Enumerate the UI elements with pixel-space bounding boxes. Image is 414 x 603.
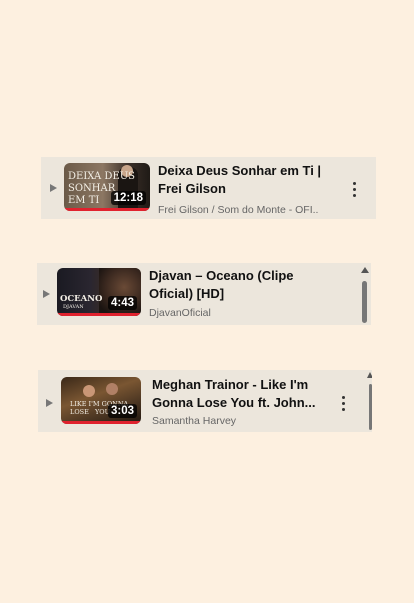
duration-badge: 3:03 — [107, 404, 137, 418]
scroll-up-arrow-icon[interactable] — [361, 267, 369, 273]
play-icon[interactable] — [46, 399, 53, 407]
video-title[interactable]: Meghan Trainor - Like I'm Gonna Lose You… — [152, 376, 318, 412]
thumbnail-text: em Ti — [68, 195, 100, 206]
scrollbar-thumb[interactable] — [362, 281, 367, 323]
video-card-1[interactable]: Deixa Deus Sonhar em Ti 12:18 Deixa Deus… — [41, 157, 376, 219]
video-thumbnail[interactable]: Oceano Djavan 4:43 — [57, 268, 141, 316]
scrollbar[interactable] — [367, 370, 372, 432]
video-title[interactable]: Deixa Deus Sonhar em Ti | Frei Gilson — [158, 162, 338, 198]
more-vertical-icon[interactable] — [353, 182, 357, 198]
watch-progress-bar — [64, 208, 150, 211]
play-icon[interactable] — [50, 184, 57, 192]
thumbnail-text: Sonhar — [68, 183, 116, 194]
scrollbar-thumb[interactable] — [369, 384, 372, 430]
duration-badge: 4:43 — [107, 296, 137, 310]
thumbnail-text: Oceano — [60, 294, 103, 304]
watch-progress-bar — [57, 313, 141, 316]
video-thumbnail[interactable]: Deixa Deus Sonhar em Ti 12:18 — [64, 163, 150, 211]
scrollbar[interactable] — [361, 263, 369, 325]
thumbnail-text: Deixa Deus — [68, 171, 136, 182]
video-card-2[interactable]: Oceano Djavan 4:43 Djavan – Oceano (Clip… — [37, 263, 371, 325]
scroll-up-arrow-icon[interactable] — [367, 372, 372, 378]
channel-name[interactable]: Samantha Harvey — [152, 415, 236, 427]
video-thumbnail[interactable]: Like I'm Gonna Lose You 3:03 — [61, 377, 141, 424]
thumbnail-text: Djavan — [63, 304, 84, 310]
video-title[interactable]: Djavan – Oceano (Clipe Oficial) [HD] — [149, 267, 329, 303]
more-vertical-icon[interactable] — [342, 396, 346, 412]
play-icon[interactable] — [43, 290, 50, 298]
duration-badge: 12:18 — [110, 191, 146, 205]
channel-name[interactable]: Frei Gilson / Som do Monte - OFI... — [158, 204, 318, 216]
watch-progress-bar — [61, 421, 141, 424]
video-card-3[interactable]: Like I'm Gonna Lose You 3:03 Meghan Trai… — [38, 370, 372, 432]
channel-name[interactable]: DjavanOficial — [149, 307, 211, 319]
